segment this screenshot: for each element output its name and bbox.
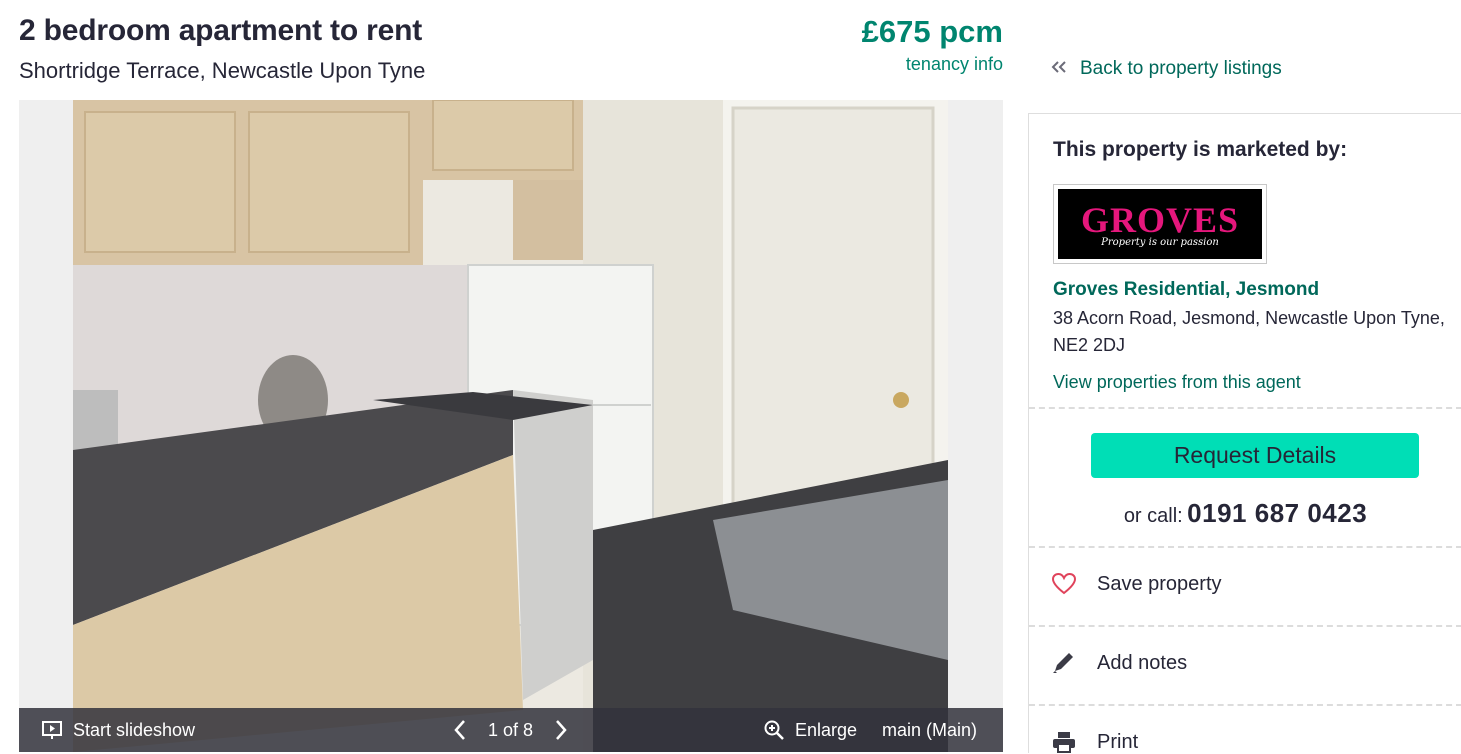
next-photo-button[interactable] xyxy=(554,708,568,752)
property-address: Shortridge Terrace, Newcastle Upon Tyne xyxy=(19,58,426,83)
agent-address: 38 Acorn Road, Jesmond, Newcastle Upon T… xyxy=(1053,308,1445,355)
photo-counter: 1 of 8 xyxy=(488,719,534,740)
property-title: 2 bedroom apartment to rent xyxy=(19,14,422,47)
marketed-by-heading: This property is marketed by: xyxy=(1053,138,1348,161)
save-property-label: Save property xyxy=(1097,572,1222,595)
call-prefix: or call: xyxy=(1123,505,1183,527)
tenancy-info-link[interactable]: tenancy info xyxy=(906,54,1003,75)
slideshow-icon xyxy=(41,720,63,740)
agent-name-link[interactable]: Groves Residential, Jesmond xyxy=(1053,279,1319,301)
pencil-icon xyxy=(1051,651,1077,675)
double-chevron-left-icon xyxy=(1050,58,1068,80)
start-slideshow-button[interactable]: Start slideshow xyxy=(41,708,195,752)
enlarge-label: Enlarge xyxy=(795,719,858,740)
property-photo[interactable] xyxy=(73,100,948,752)
back-to-listings-link[interactable]: Back to property listings xyxy=(1050,58,1282,80)
logo-tagline: Property is our passion xyxy=(1101,237,1219,248)
request-details-button[interactable]: Request Details xyxy=(1091,433,1419,478)
photo-gallery: Start slideshow 1 of 8 Enlarge main (Mai… xyxy=(19,100,1003,752)
logo-background: GROVES Property is our passion xyxy=(1058,189,1262,259)
chevron-right-icon xyxy=(554,719,568,741)
enlarge-button[interactable]: Enlarge xyxy=(763,708,857,752)
chevron-left-icon xyxy=(453,719,467,741)
logo-wordmark: GROVES xyxy=(1080,200,1240,240)
gallery-toolbar: Start slideshow 1 of 8 Enlarge main (Mai… xyxy=(19,708,1003,752)
save-property-button[interactable]: Save property xyxy=(1051,572,1222,596)
printer-icon xyxy=(1051,730,1077,754)
print-button[interactable]: Print xyxy=(1051,730,1138,754)
previous-photo-button[interactable] xyxy=(453,708,467,752)
call-agent: or call: 0191 687 0423 xyxy=(1029,498,1461,529)
divider xyxy=(1029,407,1461,409)
agent-logo[interactable]: GROVES Property is our passion xyxy=(1053,184,1267,264)
price: £675 pcm xyxy=(861,14,1003,49)
agent-panel: This property is marketed by: GROVES Pro… xyxy=(1028,113,1461,753)
start-slideshow-label: Start slideshow xyxy=(73,719,196,740)
add-notes-button[interactable]: Add notes xyxy=(1051,651,1187,675)
add-notes-label: Add notes xyxy=(1097,651,1188,674)
divider xyxy=(1029,625,1461,627)
back-link-label: Back to property listings xyxy=(1080,58,1282,79)
image-label: main (Main) xyxy=(882,719,978,740)
divider xyxy=(1029,704,1461,706)
print-label: Print xyxy=(1097,730,1139,753)
phone-number-link[interactable]: 0191 687 0423 xyxy=(1187,498,1367,528)
zoom-icon xyxy=(763,719,785,741)
divider xyxy=(1029,546,1461,548)
view-agent-properties-link[interactable]: View properties from this agent xyxy=(1053,372,1301,393)
heart-icon xyxy=(1051,572,1077,596)
